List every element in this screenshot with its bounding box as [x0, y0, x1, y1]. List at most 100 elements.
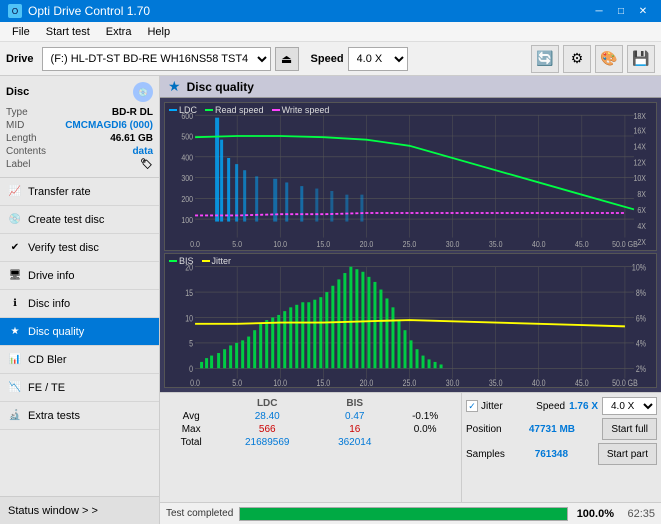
- verify-test-disc-icon: ✔: [8, 241, 22, 255]
- svg-text:100: 100: [181, 215, 193, 225]
- drive-select[interactable]: (F:) HL-DT-ST BD-RE WH16NS58 TST4: [42, 47, 271, 71]
- svg-text:35.0: 35.0: [489, 378, 503, 387]
- svg-text:30.0: 30.0: [446, 378, 460, 387]
- svg-text:45.0: 45.0: [575, 378, 589, 387]
- svg-text:5: 5: [189, 339, 193, 349]
- svg-text:8%: 8%: [636, 288, 646, 298]
- status-window-button[interactable]: Status window > >: [0, 496, 159, 524]
- drive-info-icon: 🖥: [8, 269, 22, 283]
- disc-quality-header-icon: ★: [168, 78, 181, 95]
- length-label: Length: [6, 133, 37, 144]
- extra-tests-icon: 🔬: [8, 409, 22, 423]
- jitter-legend-label: Jitter: [212, 256, 232, 266]
- samples-value: 761348: [535, 449, 568, 460]
- progress-time: 62:35: [620, 508, 655, 520]
- stats-area: LDC BIS Avg 28.40 0.47 -0.1%: [160, 392, 661, 502]
- svg-text:15.0: 15.0: [316, 240, 330, 250]
- avg-ldc: 28.40: [218, 410, 316, 423]
- sidebar-label-drive-info: Drive info: [28, 270, 74, 282]
- svg-text:6X: 6X: [637, 205, 646, 215]
- menu-help[interactable]: Help: [139, 24, 178, 40]
- start-part-button[interactable]: Start part: [598, 443, 657, 465]
- svg-text:8X: 8X: [637, 189, 646, 199]
- settings-button[interactable]: ⚙: [563, 45, 591, 73]
- sidebar-label-disc-info: Disc info: [28, 298, 70, 310]
- jitter-label: Jitter: [481, 401, 503, 412]
- avg-row: Avg 28.40 0.47 -0.1%: [164, 410, 457, 423]
- svg-text:12X: 12X: [634, 158, 647, 168]
- read-speed-legend-item: Read speed: [205, 105, 264, 115]
- maximize-button[interactable]: □: [611, 2, 631, 20]
- contents-label: Contents: [6, 146, 46, 157]
- svg-text:0: 0: [189, 364, 193, 374]
- create-test-disc-icon: 💿: [8, 213, 22, 227]
- progress-percent: 100.0%: [574, 508, 614, 520]
- max-row: Max 566 16 0.0%: [164, 423, 457, 436]
- sidebar-item-fe-te[interactable]: 📉 FE / TE: [0, 374, 159, 402]
- drive-label: Drive: [6, 53, 34, 65]
- ldc-chart-svg: 600 500 400 300 200 100 18X 16X 14X 12X …: [165, 103, 656, 250]
- disc-info-icon: ℹ: [8, 297, 22, 311]
- col-bis: BIS: [316, 397, 393, 410]
- close-button[interactable]: ✕: [633, 2, 653, 20]
- bis-legend-item: BIS: [169, 256, 194, 266]
- menu-extra[interactable]: Extra: [98, 24, 140, 40]
- minimize-button[interactable]: ─: [589, 2, 609, 20]
- sidebar-item-create-test-disc[interactable]: 💿 Create test disc: [0, 206, 159, 234]
- svg-text:15: 15: [185, 288, 193, 298]
- svg-text:0.0: 0.0: [190, 240, 200, 250]
- svg-text:30.0: 30.0: [446, 240, 460, 250]
- jitter-checkbox[interactable]: ✓: [466, 400, 478, 412]
- sidebar-item-extra-tests[interactable]: 🔬 Extra tests: [0, 402, 159, 430]
- sidebar-item-verify-test-disc[interactable]: ✔ Verify test disc: [0, 234, 159, 262]
- length-value: 46.61 GB: [110, 133, 153, 144]
- ldc-chart: LDC Read speed Write speed: [164, 102, 657, 251]
- svg-text:25.0: 25.0: [403, 240, 417, 250]
- sidebar-item-drive-info[interactable]: 🖥 Drive info: [0, 262, 159, 290]
- stats-row: LDC BIS Avg 28.40 0.47 -0.1%: [160, 393, 661, 502]
- sidebar-item-cd-bler[interactable]: 📊 CD Bler: [0, 346, 159, 374]
- svg-text:10: 10: [185, 313, 193, 323]
- stats-table: LDC BIS Avg 28.40 0.47 -0.1%: [160, 393, 461, 502]
- svg-text:5.0: 5.0: [232, 240, 242, 250]
- sidebar-item-transfer-rate[interactable]: 📈 Transfer rate: [0, 178, 159, 206]
- svg-text:50.0 GB: 50.0 GB: [612, 378, 638, 387]
- start-full-button[interactable]: Start full: [602, 418, 657, 440]
- color-button[interactable]: 🎨: [595, 45, 623, 73]
- disc-quality-icon: ★: [8, 325, 22, 339]
- avg-bis: 0.47: [316, 410, 393, 423]
- position-label: Position: [466, 424, 502, 435]
- total-label: Total: [164, 436, 218, 449]
- svg-text:10%: 10%: [632, 262, 646, 272]
- sidebar-item-disc-quality[interactable]: ★ Disc quality: [0, 318, 159, 346]
- disc-section: Disc 💿 Type BD-R DL MID CMCMAGDI6 (000) …: [0, 76, 159, 178]
- refresh-button[interactable]: 🔄: [531, 45, 559, 73]
- sidebar: Disc 💿 Type BD-R DL MID CMCMAGDI6 (000) …: [0, 76, 160, 524]
- svg-text:2%: 2%: [636, 364, 646, 374]
- eject-button[interactable]: ⏏: [275, 47, 299, 71]
- avg-jitter: -0.1%: [393, 410, 457, 423]
- sidebar-label-disc-quality: Disc quality: [28, 326, 84, 338]
- bis-chart: BIS Jitter: [164, 253, 657, 388]
- bis-legend-label: BIS: [179, 256, 194, 266]
- sidebar-item-disc-info[interactable]: ℹ Disc info: [0, 290, 159, 318]
- speed-dropdown[interactable]: 4.0 X: [602, 397, 657, 415]
- menu-start-test[interactable]: Start test: [38, 24, 98, 40]
- label-label: Label: [6, 159, 30, 170]
- ldc-legend-item: LDC: [169, 105, 197, 115]
- menu-file[interactable]: File: [4, 24, 38, 40]
- save-button[interactable]: 💾: [627, 45, 655, 73]
- total-ldc: 21689569: [218, 436, 316, 449]
- svg-text:4%: 4%: [636, 339, 646, 349]
- svg-text:2X: 2X: [637, 237, 646, 247]
- total-bis: 362014: [316, 436, 393, 449]
- svg-text:18X: 18X: [634, 111, 647, 121]
- svg-text:50.0 GB: 50.0 GB: [612, 240, 638, 250]
- max-jitter: 0.0%: [393, 423, 457, 436]
- speed-select[interactable]: 4.0 X 2.0 X 8.0 X: [348, 47, 408, 71]
- main-area: Disc 💿 Type BD-R DL MID CMCMAGDI6 (000) …: [0, 76, 661, 524]
- svg-text:10.0: 10.0: [273, 240, 287, 250]
- avg-label: Avg: [164, 410, 218, 423]
- max-ldc: 566: [218, 423, 316, 436]
- window-controls: ─ □ ✕: [589, 2, 653, 20]
